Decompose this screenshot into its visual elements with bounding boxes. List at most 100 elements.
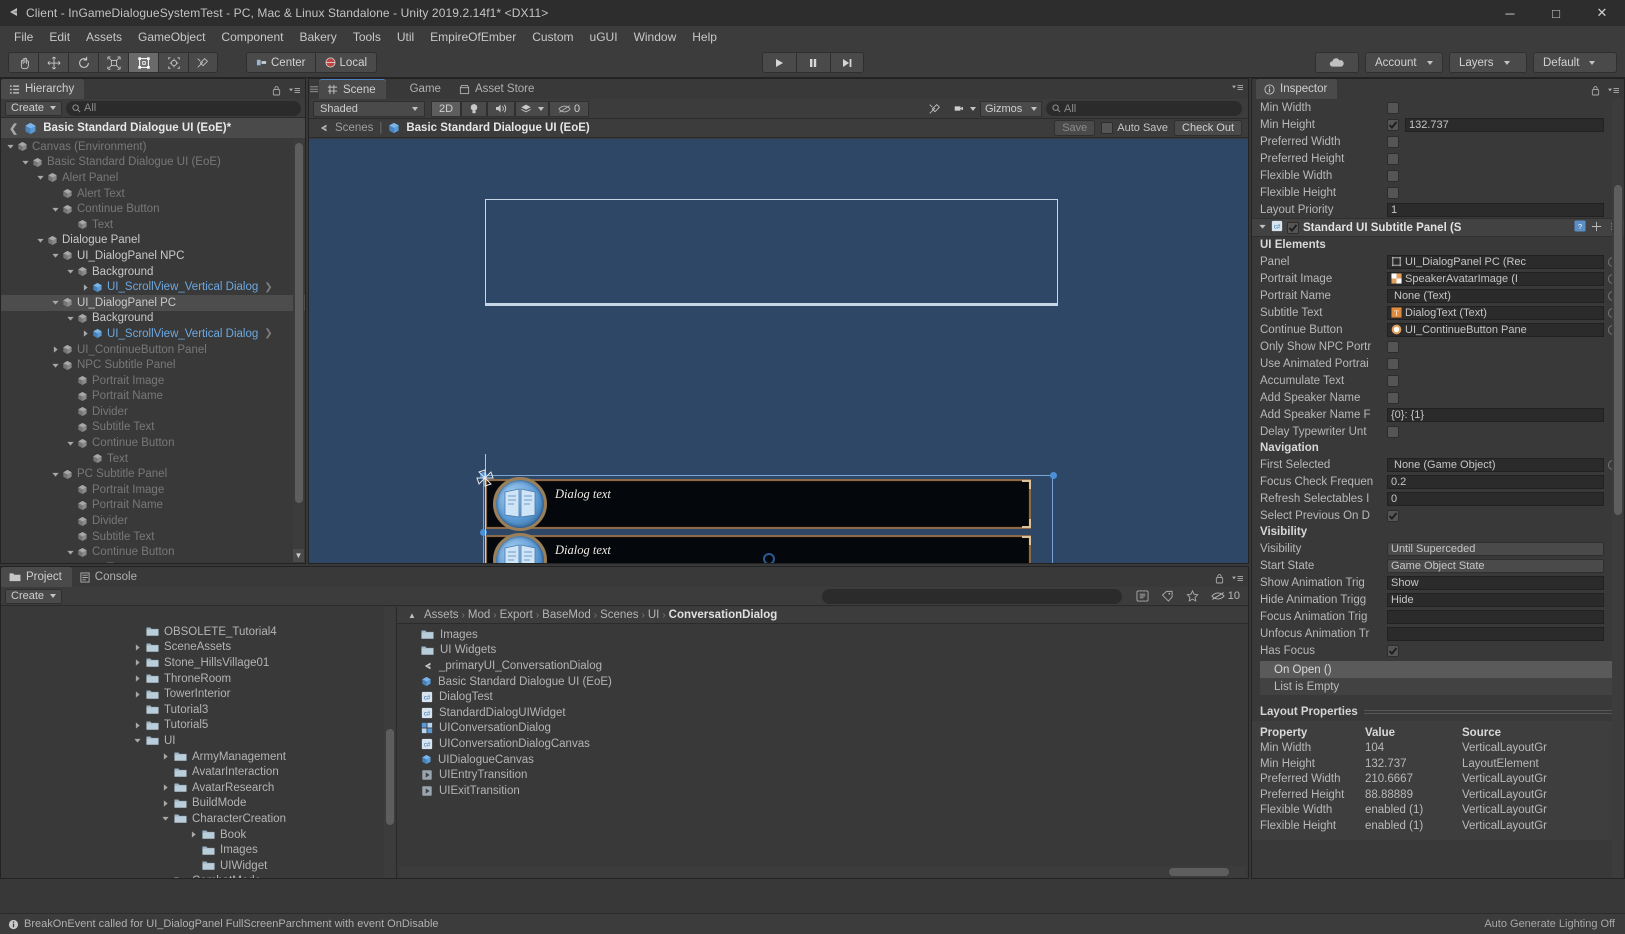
project-create-button[interactable]: Create <box>5 588 63 604</box>
text-field[interactable]: Show <box>1387 575 1604 590</box>
menu-item-window[interactable]: Window <box>626 28 685 46</box>
rotate-tool-button[interactable] <box>68 52 98 73</box>
hierarchy-item-dialogue-panel[interactable]: Dialogue Panel <box>1 233 305 249</box>
text-field[interactable]: 0.2 <box>1387 474 1604 489</box>
hierarchy-vertical-scrollbar[interactable] <box>293 139 304 549</box>
hierarchy-item-portrait-name[interactable]: Portrait Name <box>1 498 305 514</box>
layout-element-value[interactable]: 132.737 <box>1405 117 1604 132</box>
hierarchy-scroll-thumb[interactable] <box>294 143 303 503</box>
expand-toggle-icon[interactable] <box>131 736 144 745</box>
project-folder-sceneassets[interactable]: SceneAssets <box>1 640 384 656</box>
inspector-row-delay-typewriter-unt[interactable]: Delay Typewriter Unt <box>1252 423 1624 440</box>
object-field[interactable]: UI_ContinueButton Pane <box>1387 322 1604 337</box>
menu-item-empireofember[interactable]: EmpireOfEmber <box>422 28 524 46</box>
hierarchy-item-portrait-image[interactable]: Portrait Image <box>1 482 305 498</box>
scene-panel-menu-icon2[interactable] <box>1231 82 1244 93</box>
expand-toggle-icon[interactable] <box>187 830 200 839</box>
lighting-toggle-button[interactable] <box>461 100 487 117</box>
inspector-row-panel[interactable]: Panel UI_DialogPanel PC (Rec <box>1252 253 1624 270</box>
checkbox-unchecked[interactable] <box>1387 374 1399 387</box>
hierarchy-item-alert-panel[interactable]: Alert Panel <box>1 170 305 186</box>
object-field[interactable]: SpeakerAvatarImage (I <box>1387 271 1604 286</box>
search-filter-label-icon[interactable] <box>1161 590 1174 602</box>
menu-item-file[interactable]: File <box>6 28 41 46</box>
hierarchy-item-continue-button[interactable]: Continue Button <box>1 544 305 560</box>
expand-toggle-icon[interactable] <box>50 470 61 479</box>
project-tree-scroll-thumb[interactable] <box>385 729 394 825</box>
expand-toggle-icon[interactable] <box>159 752 172 761</box>
inspector-row-use-animated-portrai[interactable]: Use Animated Portrai <box>1252 355 1624 372</box>
project-tree-scrollbar[interactable] <box>384 607 395 878</box>
layout-element-row-min-width[interactable]: Min Width <box>1252 99 1624 116</box>
lock-icon[interactable] <box>272 85 281 96</box>
panel-menu-icon[interactable] <box>1231 573 1244 584</box>
scene-search-input[interactable]: All <box>1046 101 1242 116</box>
project-file--primaryui-conversationdialog[interactable]: _primaryUI_ConversationDialog <box>397 658 1248 674</box>
checkbox-unchecked[interactable] <box>1387 186 1399 199</box>
breadcrumb-up-icon[interactable]: ▲ <box>405 608 419 622</box>
expand-toggle-icon[interactable] <box>35 173 46 182</box>
custom-editor-tool-button[interactable] <box>188 52 218 73</box>
menu-item-edit[interactable]: Edit <box>41 28 78 46</box>
tab-scene[interactable]: Scene <box>319 79 386 99</box>
inspector-content[interactable]: Min Width Min Height 132.737 Preferred Widt… <box>1252 99 1624 878</box>
project-file-uidialoguecanvas[interactable]: UIDialogueCanvas <box>397 752 1248 768</box>
rect-tool-button[interactable] <box>128 52 158 73</box>
hierarchy-scroll-down-button[interactable]: ▼ <box>293 549 304 562</box>
project-folder-ui[interactable]: UI <box>1 733 384 749</box>
project-file-standarddialoguiwidget[interactable]: c# StandardDialogUIWidget <box>397 705 1248 721</box>
checkbox-unchecked[interactable] <box>1387 169 1399 182</box>
breadcrumb-conversationdialog[interactable]: ConversationDialog <box>669 609 778 621</box>
project-folder-buildmode[interactable]: BuildMode <box>1 796 384 812</box>
hierarchy-scene-header[interactable]: ❮ Basic Standard Dialogue UI (EoE)* <box>1 118 305 138</box>
hierarchy-item-canvas-environment-[interactable]: Canvas (Environment) <box>1 139 305 155</box>
expand-toggle-icon[interactable] <box>159 799 172 808</box>
component-help-icon[interactable]: ? <box>1574 220 1586 235</box>
hierarchy-item-ui-dialogpanel-pc[interactable]: UI_DialogPanel PC <box>1 294 305 311</box>
project-file-list[interactable]: Images UI Widgets _primaryUI_ConversationD… <box>397 627 1248 799</box>
camera-dropdown-button[interactable] <box>950 101 980 117</box>
minimize-button[interactable]: ─ <box>1487 0 1533 26</box>
project-folder-images[interactable]: Images <box>1 842 384 858</box>
expand-toggle-icon[interactable] <box>65 548 76 557</box>
text-field[interactable]: Hide <box>1387 592 1604 607</box>
hierarchy-item-alert-text[interactable]: Alert Text <box>1 186 305 202</box>
project-files-hscroll-thumb[interactable] <box>1169 867 1229 876</box>
hierarchy-item-npc-subtitle-panel[interactable]: NPC Subtitle Panel <box>1 357 305 373</box>
project-file-dialogtest[interactable]: c# DialogTest <box>397 689 1248 705</box>
tab-project[interactable]: Project <box>1 567 72 587</box>
project-file-uiconversationdialogcanvas[interactable]: c# UIConversationDialogCanvas <box>397 736 1248 752</box>
favorite-star-icon[interactable] <box>1186 590 1199 602</box>
expand-toggle-icon[interactable] <box>131 658 144 667</box>
menu-item-component[interactable]: Component <box>213 28 291 46</box>
hierarchy-create-button[interactable]: Create <box>5 100 63 116</box>
project-folder-obsolete-tutorial4[interactable]: OBSOLETE_Tutorial4 <box>1 624 384 640</box>
layout-element-row-flexible-width[interactable]: Flexible Width <box>1252 167 1624 184</box>
hierarchy-item-continue-button[interactable]: Continue Button <box>1 435 305 451</box>
inspector-scroll-thumb[interactable] <box>1613 185 1622 515</box>
status-bar[interactable]: BreakOnEvent called for UI_DialogPanel F… <box>0 913 1625 934</box>
project-file-uiconversationdialog[interactable]: UIConversationDialog <box>397 721 1248 737</box>
tab-hierarchy[interactable]: Hierarchy <box>1 79 85 99</box>
breadcrumb-root[interactable]: Scenes <box>335 122 373 134</box>
check-out-button[interactable]: Check Out <box>1174 120 1242 136</box>
project-folder-avatarresearch[interactable]: AvatarResearch <box>1 780 384 796</box>
inspector-row-add-speaker-name[interactable]: Add Speaker Name <box>1252 389 1624 406</box>
layout-element-row-min-height[interactable]: Min Height 132.737 <box>1252 116 1624 133</box>
checkbox-unchecked[interactable] <box>1387 425 1399 438</box>
layout-element-row-preferred-height[interactable]: Preferred Height <box>1252 150 1624 167</box>
hierarchy-item-portrait-image[interactable]: Portrait Image <box>1 373 305 389</box>
menu-item-assets[interactable]: Assets <box>78 28 130 46</box>
scene-view-canvas[interactable]: Dialog text Dialog text <box>309 139 1248 563</box>
inspector-row-refresh-selectables-i[interactable]: Refresh Selectables I 0 <box>1252 490 1624 507</box>
account-dropdown[interactable]: Account <box>1365 52 1443 73</box>
project-folder-tutorial5[interactable]: Tutorial5 <box>1 718 384 734</box>
expand-toggle-icon[interactable] <box>159 783 172 792</box>
expand-toggle-icon[interactable] <box>5 142 16 151</box>
inspector-row-show-animation-trig[interactable]: Show Animation Trig Show <box>1252 574 1624 591</box>
inspector-row-subtitle-text[interactable]: Subtitle Text T DialogText (Text) <box>1252 304 1624 321</box>
expand-toggle-icon[interactable] <box>131 690 144 699</box>
inspector-row-visibility[interactable]: Visibility Until Superceded <box>1252 540 1624 557</box>
project-folder-stone-hillsvillage01[interactable]: Stone_HillsVillage01 <box>1 655 384 671</box>
project-file-images[interactable]: Images <box>397 627 1248 643</box>
